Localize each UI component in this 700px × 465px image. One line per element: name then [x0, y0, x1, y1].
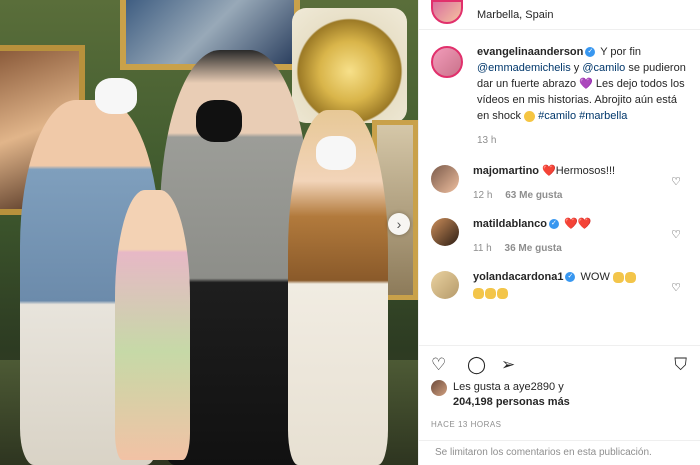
comment-username[interactable]: majomartino: [473, 165, 539, 177]
mention-link[interactable]: @emmademichelis: [477, 62, 571, 74]
comment: majomartino ❤️Hermosos!!! 12 h 63 Me gus…: [419, 163, 700, 204]
heart-icon[interactable]: ♡: [671, 228, 681, 241]
comment-meta: 11 h 36 Me gusta: [473, 241, 673, 257]
comment-text: Hermosos!!!: [555, 165, 616, 177]
comment-username[interactable]: yolandacardona1: [473, 271, 563, 283]
action-bar: ♡ ◯ ➢ ⛉: [419, 345, 700, 379]
heart-icon[interactable]: ♡: [671, 281, 681, 294]
black-mask: [196, 100, 242, 142]
send-icon[interactable]: ➢: [501, 356, 515, 374]
likes-line: Les gusta a aye2890 y: [453, 381, 564, 393]
post-timestamp[interactable]: HACE 13 HORAS: [431, 420, 502, 429]
gold-mirror: [292, 8, 407, 123]
commenter-avatar[interactable]: [431, 165, 459, 193]
likes-count[interactable]: 204,198 personas más: [453, 395, 570, 410]
comment-time[interactable]: 12 h: [473, 190, 492, 201]
comment-username[interactable]: matildablanco: [473, 218, 547, 230]
verified-icon: ✓: [565, 272, 576, 283]
likes-text[interactable]: Les gusta a aye2890 y 204,198 personas m…: [453, 380, 570, 410]
red-heart-emoji: ❤️: [542, 165, 556, 177]
clap-emoji-icon: [473, 287, 484, 299]
chevron-right-icon[interactable]: ›: [388, 213, 410, 235]
clap-emoji-icon: [612, 271, 624, 283]
comment: yolandacardona1 ✓ WOW ♡: [419, 269, 700, 301]
caption-time[interactable]: 13 h: [477, 133, 687, 149]
caption-text: Y por fin: [600, 46, 642, 58]
heart-icon[interactable]: ♡: [671, 175, 681, 188]
post-caption: evangelinaanderson ✓ Y por fin @emmademic…: [419, 30, 700, 149]
post-photo[interactable]: ›: [0, 0, 418, 465]
commenter-avatar[interactable]: [431, 271, 459, 299]
caption-username[interactable]: evangelinaanderson: [477, 46, 583, 58]
comment-body: yolandacardona1 ✓ WOW: [473, 269, 673, 301]
comment-meta: 12 h 63 Me gusta: [473, 188, 673, 204]
comment: matildablanco ✓ ❤️❤️ 11 h 36 Me gusta ♡: [419, 216, 700, 257]
likes-summary: Les gusta a aye2890 y 204,198 personas m…: [431, 380, 570, 410]
bookmark-icon[interactable]: ⛉: [674, 356, 687, 374]
white-mask: [95, 78, 137, 114]
red-heart-emoji: ❤️❤️: [564, 218, 592, 230]
comments-limited-notice: Se limitaron los comentarios en esta pub…: [419, 440, 700, 465]
comment-likes[interactable]: 36 Me gusta: [505, 243, 562, 254]
comment-body: majomartino ❤️Hermosos!!! 12 h 63 Me gus…: [473, 163, 673, 204]
clap-emoji-icon: [624, 271, 636, 283]
white-mask: [316, 136, 356, 170]
post-header: Marbella, Spain: [419, 0, 700, 30]
caption-body: evangelinaanderson ✓ Y por fin @emmademic…: [477, 44, 687, 149]
caption-text: y: [573, 62, 580, 74]
hashtag-link[interactable]: #marbella: [579, 110, 627, 122]
purple-heart-emoji: 💜: [579, 78, 593, 90]
author-avatar[interactable]: [431, 0, 463, 24]
clap-emoji-icon: [497, 287, 508, 299]
clap-emoji-icon: [485, 287, 496, 299]
comment-time[interactable]: 11 h: [473, 243, 492, 254]
hashtag-link[interactable]: #camilo: [538, 110, 576, 122]
post-sidebar: Marbella, Spain evangelinaanderson ✓ Y po…: [418, 0, 700, 465]
verified-icon: ✓: [548, 219, 559, 230]
person-toddler: [115, 190, 190, 460]
comments-panel[interactable]: evangelinaanderson ✓ Y por fin @emmademic…: [419, 30, 700, 340]
heart-icon[interactable]: ♡: [431, 356, 446, 374]
comment-icon[interactable]: ◯: [467, 356, 486, 374]
emoji-face-icon: [524, 110, 536, 122]
instagram-post: › Marbella, Spain evangelinaanderson ✓ Y …: [0, 0, 700, 465]
caption-avatar[interactable]: [431, 46, 463, 78]
verified-icon: ✓: [585, 47, 596, 58]
commenter-avatar[interactable]: [431, 218, 459, 246]
comment-likes[interactable]: 63 Me gusta: [505, 190, 562, 201]
comment-text: WOW: [580, 271, 610, 283]
location-link[interactable]: Marbella, Spain: [477, 9, 553, 21]
liker-avatar[interactable]: [431, 380, 447, 396]
comment-body: matildablanco ✓ ❤️❤️ 11 h 36 Me gusta: [473, 216, 673, 257]
mention-link[interactable]: @camilo: [582, 62, 625, 74]
